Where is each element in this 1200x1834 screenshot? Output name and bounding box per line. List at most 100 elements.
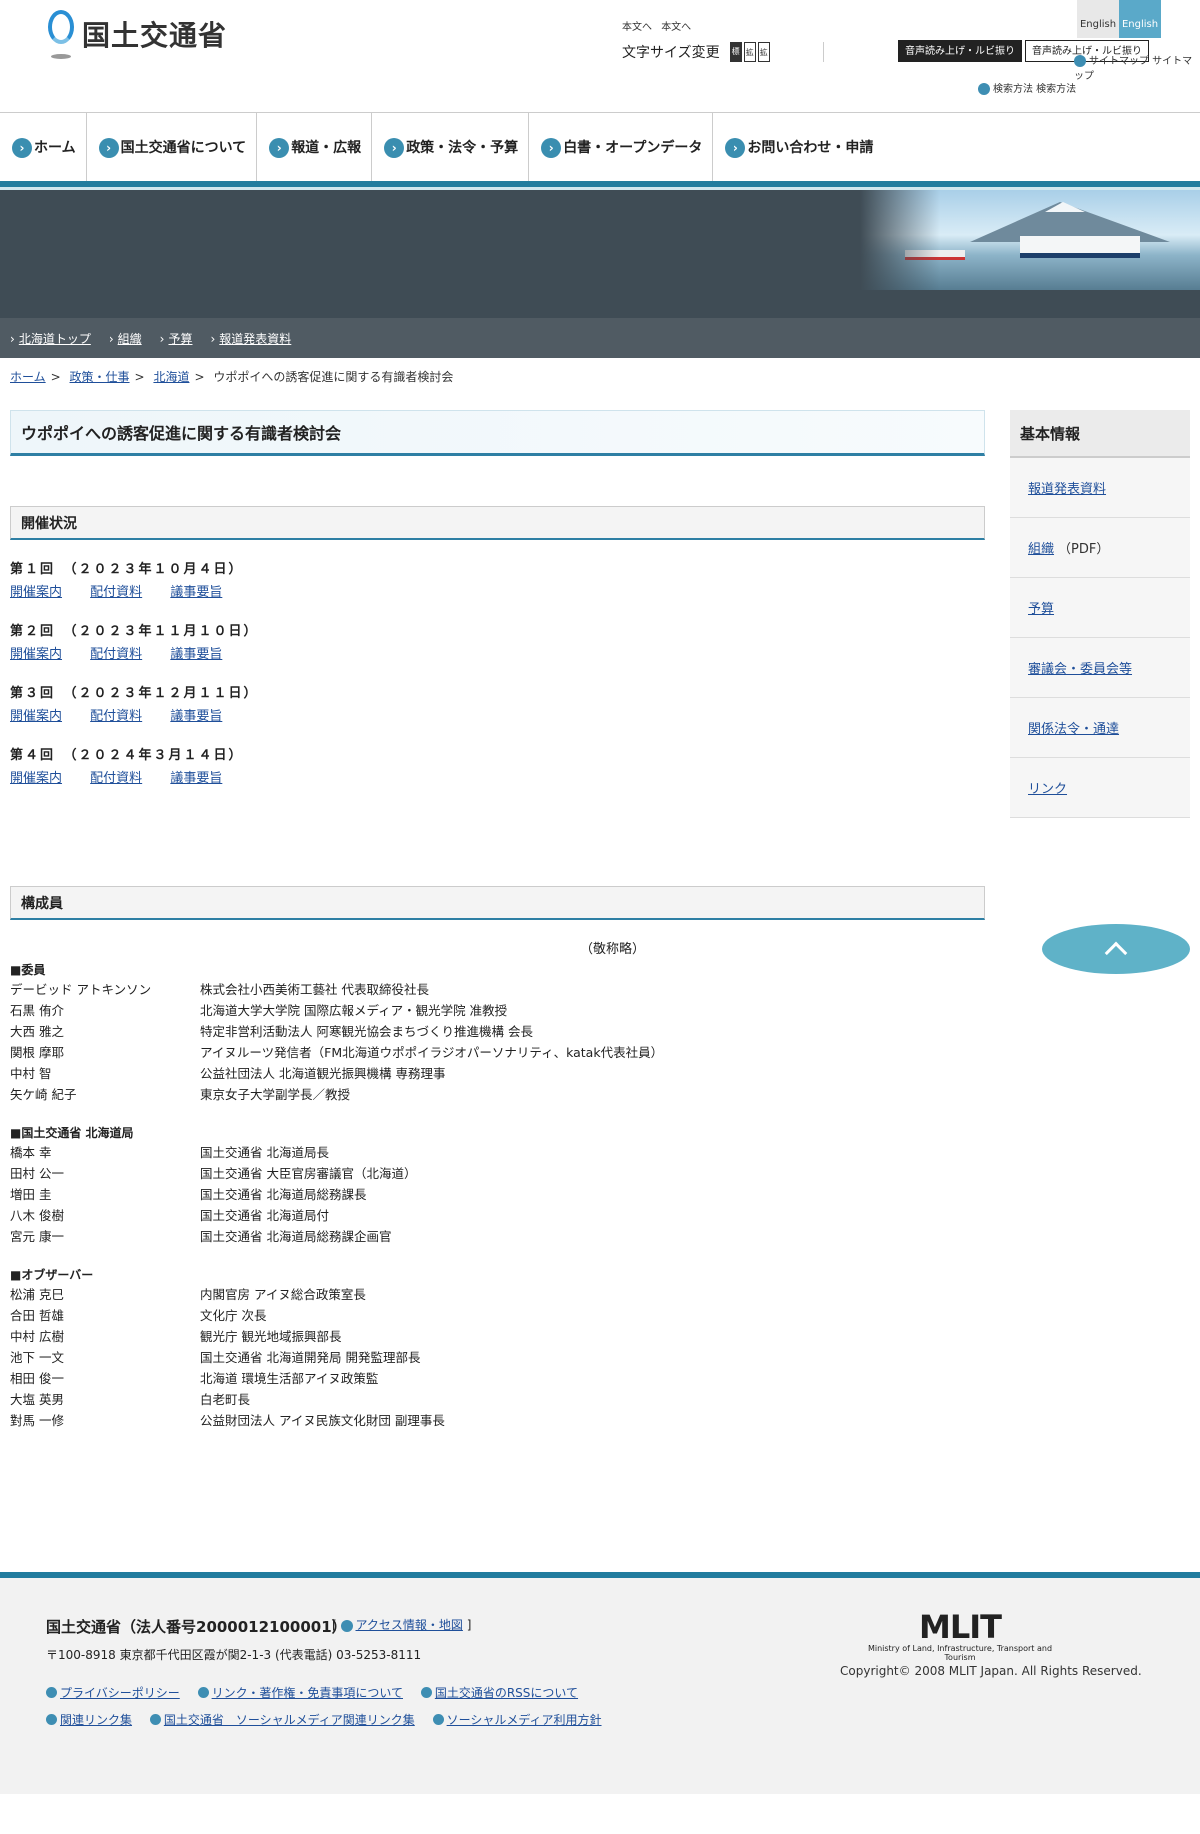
member-groups: ■委員デービッド アトキンソン 株式会社小西美術工藝社 代表取締役社長石黒 侑介北…	[10, 961, 985, 1430]
site-logo[interactable]: 国土交通省	[46, 10, 227, 59]
sidebar-item-budget[interactable]: 予算	[1010, 578, 1190, 638]
member-name: 池下 一文	[10, 1350, 64, 1365]
nav-item-home[interactable]: › ホーム	[0, 113, 87, 181]
breadcrumb-policy[interactable]: 政策・仕事	[70, 370, 130, 384]
page-top-button[interactable]	[1042, 924, 1190, 974]
meeting-materials-link[interactable]: 配付資料	[90, 709, 142, 724]
meeting-materials-link[interactable]: 配付資料	[90, 585, 142, 600]
nav-item-about[interactable]: › 国土交通省について	[87, 113, 258, 181]
members-heading: 構成員	[10, 886, 985, 920]
nav-item-press[interactable]: › 報道・広報	[257, 113, 373, 181]
sidebar-item-organization[interactable]: 組織 （PDF）	[1010, 518, 1190, 578]
member-name: 田村 公一	[10, 1166, 64, 1181]
member-row: 八木 俊樹 国土交通省 北海道局付	[10, 1204, 985, 1225]
member-role: 国土交通省 北海道局付	[200, 1208, 329, 1223]
member-role: 国土交通省 北海道局総務課企画官	[200, 1229, 392, 1244]
meeting-minutes-link[interactable]: 議事要旨	[170, 709, 222, 724]
member-role: 観光庁 観光地域振興部長	[200, 1329, 342, 1344]
member-name: 大西 雅之	[10, 1024, 64, 1039]
header-divider	[823, 42, 824, 62]
member-role: 国土交通省 北海道局総務課長	[200, 1187, 367, 1202]
english-link[interactable]: English	[1077, 0, 1119, 38]
global-nav: › ホーム › 国土交通省について › 報道・広報 › 政策・法令・予算 › 白書・オープ…	[0, 112, 1200, 182]
meeting-item: 第３回 （２０２３年１２月１１日） 開催案内 配付資料 議事要旨	[10, 682, 985, 724]
local-nav: 北海道トップ 組織 予算 報道発表資料	[0, 318, 1200, 358]
member-row: 松浦 克巳 内閣官房 アイヌ総合政策室長	[10, 1283, 985, 1304]
meeting-notice-link[interactable]: 開催案内	[10, 709, 62, 724]
member-group: ■オブザーバー 松浦 克巳 内閣官房 アイヌ総合政策室長 合田 哲雄 文化庁 次長 中村 …	[10, 1266, 985, 1430]
meeting-item: 第４回 （２０２４年３月１４日） 開催案内 配付資料 議事要旨	[10, 744, 985, 786]
nav-item-whitepaper[interactable]: › 白書・オープンデータ	[529, 113, 714, 181]
member-role: 文化庁 次長	[200, 1308, 267, 1323]
member-row: 大西 雅之 特定非営利活動法人 阿寒観光協会まちづくり推進機構 会長	[10, 1020, 985, 1041]
member-name: 橋本 幸	[10, 1145, 52, 1160]
meeting-title: 第２回 （２０２３年１１月１０日）	[10, 624, 259, 639]
meeting-materials-link[interactable]: 配付資料	[90, 771, 142, 786]
chevron-right-icon: ›	[98, 138, 119, 158]
member-name: デービッド アトキンソン	[10, 982, 152, 997]
sidebar-item-councils[interactable]: 審議会・委員会等	[1010, 638, 1190, 698]
arrow-circle-icon	[340, 1619, 353, 1632]
member-row: 石黒 侑介 北海道大学大学院 国際広報メディア・観光学院 准教授	[10, 999, 985, 1020]
local-nav-organization[interactable]: 組織	[109, 330, 142, 347]
skip-link[interactable]: 本文へ	[622, 22, 652, 33]
member-name: 中村 広樹	[10, 1329, 64, 1344]
meeting-minutes-link[interactable]: 議事要旨	[170, 647, 222, 662]
skip-link[interactable]: 本文へ	[661, 22, 691, 33]
chevron-right-icon: ›	[541, 138, 562, 158]
nav-item-policy[interactable]: › 政策・法令・予算	[372, 113, 530, 181]
member-role: 株式会社小西美術工藝社 代表取締役社長	[200, 982, 429, 997]
meeting-notice-link[interactable]: 開催案内	[10, 647, 62, 662]
breadcrumb-home[interactable]: ホーム	[10, 370, 46, 384]
access-map-link[interactable]: アクセス情報・地図	[356, 1618, 463, 1632]
member-row: 大塩 英男 白老町長	[10, 1388, 985, 1409]
arrow-circle-icon	[46, 1687, 57, 1698]
member-row: 矢ケ崎 紀子 東京女子大学副学長／教授	[10, 1083, 985, 1104]
copyright: Copyright© 2008 MLIT Japan. All Rights R…	[840, 1664, 1142, 1678]
meeting-materials-link[interactable]: 配付資料	[90, 647, 142, 662]
footer-link-related[interactable]: 関連リンク集	[60, 1711, 132, 1728]
sidebar: 基本情報 報道発表資料 組織 （PDF） 予算 審議会・委員会等 関係法令・通達 …	[1010, 410, 1190, 818]
member-row: デービッド アトキンソン 株式会社小西美術工藝社 代表取締役社長	[10, 978, 985, 999]
honorific-note: （敬称略）	[579, 942, 645, 957]
member-row: 相田 俊一 北海道 環境生活部アイヌ政策監	[10, 1367, 985, 1388]
mlit-logo: MLIT Ministry of Land, Infrastructure, T…	[867, 1608, 1053, 1662]
local-nav-press-release[interactable]: 報道発表資料	[210, 330, 291, 347]
font-size-xlarge-button[interactable]: 拡	[757, 42, 770, 62]
member-row: 中村 広樹 観光庁 観光地域振興部長	[10, 1325, 985, 1346]
footer-link-social-policy[interactable]: ソーシャルメディア利用方針	[447, 1711, 602, 1728]
member-group-heading: ■委員	[10, 963, 46, 977]
breadcrumb-hokkaido[interactable]: 北海道	[153, 370, 189, 384]
meeting-notice-link[interactable]: 開催案内	[10, 771, 62, 786]
meeting-minutes-link[interactable]: 議事要旨	[170, 585, 222, 600]
font-size-large-button[interactable]: 拡	[743, 42, 756, 62]
font-size-standard-button[interactable]: 標	[729, 42, 742, 62]
sidebar-item-laws[interactable]: 関係法令・通達	[1010, 698, 1190, 758]
sitemap-link[interactable]: サイトマップ サイトマップ	[1074, 52, 1200, 82]
footer-link-social-links[interactable]: 国土交通省 ソーシャルメディア関連リンク集	[164, 1711, 415, 1728]
footer-link-copyright[interactable]: リンク・著作権・免責事項について	[212, 1684, 403, 1701]
footer-link-rss[interactable]: 国土交通省のRSSについて	[435, 1684, 578, 1701]
skip-links: 本文へ 本文へ	[622, 18, 697, 33]
sidebar-item-links[interactable]: リンク	[1010, 758, 1190, 818]
local-nav-hokkaido-top[interactable]: 北海道トップ	[10, 330, 91, 347]
breadcrumb: ホーム > 政策・仕事 > 北海道 > ウポポイへの誘客促進に関する有識者検討会	[10, 370, 454, 384]
search-method-link[interactable]: 検索方法 検索方法	[978, 80, 1076, 95]
arrow-circle-icon	[978, 83, 990, 95]
member-name: 合田 哲雄	[10, 1308, 64, 1323]
local-nav-budget[interactable]: 予算	[160, 330, 192, 347]
member-name: 宮元 康一	[10, 1229, 64, 1244]
meeting-notice-link[interactable]: 開催案内	[10, 585, 62, 600]
meeting-minutes-link[interactable]: 議事要旨	[170, 771, 222, 786]
footer-link-privacy[interactable]: プライバシーポリシー	[60, 1684, 180, 1701]
member-name: 石黒 侑介	[10, 1003, 64, 1018]
main-content: ウポポイへの誘客促進に関する有識者検討会 開催状況 第１回 （２０２３年１０月４…	[10, 410, 985, 1450]
chevron-up-icon	[1104, 941, 1128, 965]
voice-read-button[interactable]: 音声読み上げ・ルビ振り	[898, 40, 1022, 62]
sidebar-item-press-release[interactable]: 報道発表資料	[1010, 458, 1190, 518]
arrow-circle-icon	[1074, 55, 1086, 67]
nav-item-contact[interactable]: › お問い合わせ・申請	[713, 113, 883, 181]
english-link-active[interactable]: English	[1119, 0, 1161, 38]
member-role: 東京女子大学副学長／教授	[200, 1087, 351, 1102]
member-role: アイヌルーツ発信者（FM北海道ウポポイラジオパーソナリティ、katak代表社員）	[200, 1045, 664, 1060]
